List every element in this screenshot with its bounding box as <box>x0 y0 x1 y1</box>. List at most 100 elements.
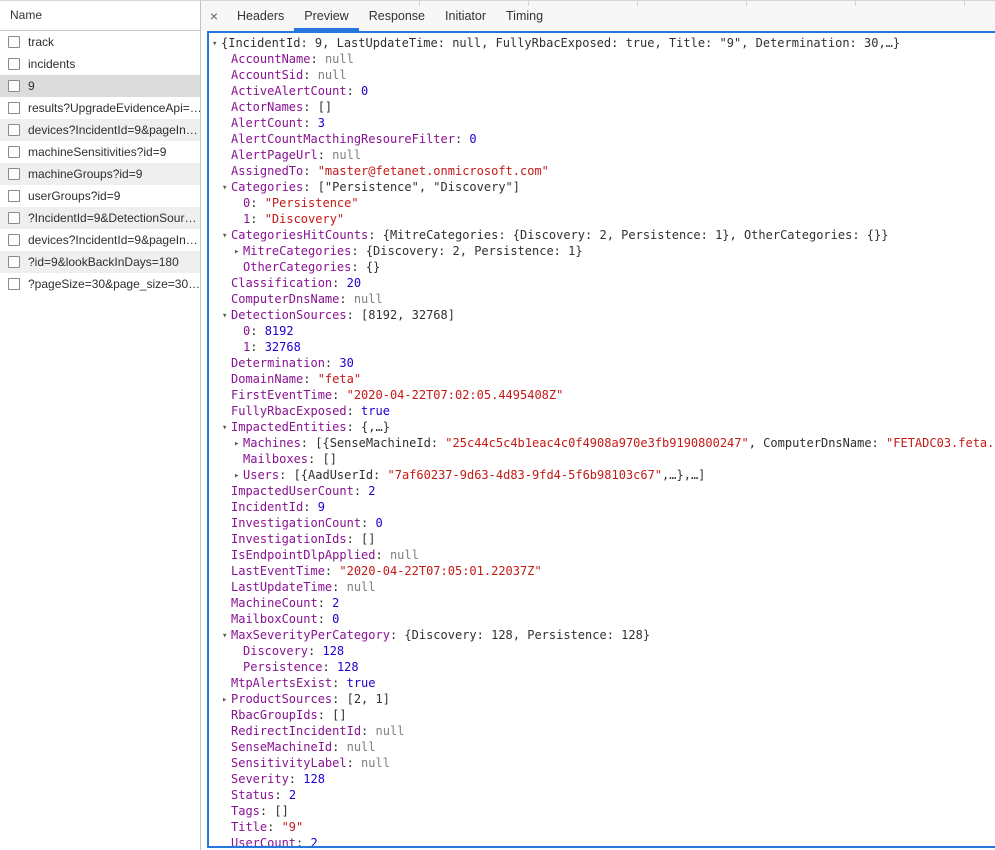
json-line: Classification: 20 <box>212 275 995 291</box>
json-line: Discovery: 128 <box>212 643 995 659</box>
json-line: MtpAlertsExist: true <box>212 675 995 691</box>
request-label: machineGroups?id=9 <box>28 167 142 181</box>
json-line: AssignedTo: "master@fetanet.onmicrosoft.… <box>212 163 995 179</box>
request-detail-panel: × Headers Preview Response Initiator Tim… <box>201 0 995 850</box>
request-label: devices?IncidentId=9&pageIn… <box>28 123 198 137</box>
json-line: Title: "9" <box>212 819 995 835</box>
json-line[interactable]: ▸ProductSources: [2, 1] <box>212 691 995 707</box>
json-line: LastUpdateTime: null <box>212 579 995 595</box>
expander-expanded-icon[interactable]: ▾ <box>212 36 221 52</box>
json-line[interactable]: ▾{IncidentId: 9, LastUpdateTime: null, F… <box>212 35 995 51</box>
json-line: ActiveAlertCount: 0 <box>212 83 995 99</box>
json-line: 0: "Persistence" <box>212 195 995 211</box>
network-request-sidebar: Name track incidents 9 results?UpgradeEv… <box>0 0 201 850</box>
request-checkbox-icon[interactable] <box>8 124 20 136</box>
json-line[interactable]: ▾ImpactedEntities: {,…} <box>212 419 995 435</box>
request-checkbox-icon[interactable] <box>8 256 20 268</box>
request-label: 9 <box>28 79 35 93</box>
json-line[interactable]: ▸Users: [{AadUserId: "7af60237-9d63-4d83… <box>212 467 995 483</box>
request-row[interactable]: ?IncidentId=9&DetectionSour… <box>0 207 200 229</box>
request-checkbox-icon[interactable] <box>8 234 20 246</box>
request-label: devices?IncidentId=9&pageIn… <box>28 233 198 247</box>
json-line: ComputerDnsName: null <box>212 291 995 307</box>
request-row[interactable]: devices?IncidentId=9&pageIn… <box>0 119 200 141</box>
json-line[interactable]: ▾MaxSeverityPerCategory: {Discovery: 128… <box>212 627 995 643</box>
request-checkbox-icon[interactable] <box>8 58 20 70</box>
json-line[interactable]: ▾DetectionSources: [8192, 32768] <box>212 307 995 323</box>
json-line: Tags: [] <box>212 803 995 819</box>
json-line: 1: 32768 <box>212 339 995 355</box>
request-label: incidents <box>28 57 75 71</box>
expander-collapsed-icon[interactable]: ▸ <box>234 468 243 484</box>
request-row[interactable]: 9 <box>0 75 200 97</box>
request-label: userGroups?id=9 <box>28 189 120 203</box>
json-line: Persistence: 128 <box>212 659 995 675</box>
json-line: DomainName: "feta" <box>212 371 995 387</box>
expander-collapsed-icon[interactable]: ▸ <box>234 436 243 452</box>
close-icon[interactable]: × <box>201 1 227 31</box>
json-line: AlertCountMacthingResoureFilter: 0 <box>212 131 995 147</box>
json-line: SenseMachineId: null <box>212 739 995 755</box>
preview-pane[interactable]: ▾{IncidentId: 9, LastUpdateTime: null, F… <box>207 31 995 848</box>
json-line: RbacGroupIds: [] <box>212 707 995 723</box>
json-line: IsEndpointDlpApplied: null <box>212 547 995 563</box>
json-line: MailboxCount: 0 <box>212 611 995 627</box>
json-line: 1: "Discovery" <box>212 211 995 227</box>
request-row[interactable]: track <box>0 31 200 53</box>
request-row[interactable]: machineSensitivities?id=9 <box>0 141 200 163</box>
json-tree: ▾{IncidentId: 9, LastUpdateTime: null, F… <box>209 33 995 848</box>
expander-expanded-icon[interactable]: ▾ <box>222 228 231 244</box>
request-row[interactable]: machineGroups?id=9 <box>0 163 200 185</box>
tab-initiator[interactable]: Initiator <box>435 1 496 31</box>
json-line: MachineCount: 2 <box>212 595 995 611</box>
json-line[interactable]: ▾Categories: ["Persistence", "Discovery"… <box>212 179 995 195</box>
request-row[interactable]: results?UpgradeEvidenceApi=… <box>0 97 200 119</box>
json-line: FirstEventTime: "2020-04-22T07:02:05.449… <box>212 387 995 403</box>
request-label: ?IncidentId=9&DetectionSour… <box>28 211 196 225</box>
json-line: AccountSid: null <box>212 67 995 83</box>
json-line[interactable]: ▸Machines: [{SenseMachineId: "25c44c5c4b… <box>212 435 995 451</box>
request-label: machineSensitivities?id=9 <box>28 145 166 159</box>
request-checkbox-icon[interactable] <box>8 80 20 92</box>
expander-expanded-icon[interactable]: ▾ <box>222 308 231 324</box>
request-checkbox-icon[interactable] <box>8 190 20 202</box>
tab-headers[interactable]: Headers <box>227 1 294 31</box>
tab-preview[interactable]: Preview <box>294 1 358 31</box>
request-label: track <box>28 35 54 49</box>
json-line: LastEventTime: "2020-04-22T07:05:01.2203… <box>212 563 995 579</box>
expander-collapsed-icon[interactable]: ▸ <box>234 244 243 260</box>
request-row[interactable]: ?id=9&lookBackInDays=180 <box>0 251 200 273</box>
json-line: AccountName: null <box>212 51 995 67</box>
request-label: ?id=9&lookBackInDays=180 <box>28 255 179 269</box>
json-line: InvestigationIds: [] <box>212 531 995 547</box>
request-row[interactable]: userGroups?id=9 <box>0 185 200 207</box>
json-line[interactable]: ▾CategoriesHitCounts: {MitreCategories: … <box>212 227 995 243</box>
json-line[interactable]: ▸MitreCategories: {Discovery: 2, Persist… <box>212 243 995 259</box>
request-checkbox-icon[interactable] <box>8 146 20 158</box>
tab-timing[interactable]: Timing <box>496 1 553 31</box>
preview-tabbar: × Headers Preview Response Initiator Tim… <box>201 0 995 31</box>
json-line: Severity: 128 <box>212 771 995 787</box>
tabs-container: Headers Preview Response Initiator Timin… <box>227 1 553 31</box>
request-checkbox-icon[interactable] <box>8 212 20 224</box>
request-checkbox-icon[interactable] <box>8 36 20 48</box>
expander-expanded-icon[interactable]: ▾ <box>222 420 231 436</box>
json-line: UserCount: 2 <box>212 835 995 848</box>
request-row[interactable]: ?pageSize=30&page_size=30… <box>0 273 200 295</box>
json-line: Mailboxes: [] <box>212 451 995 467</box>
expander-expanded-icon[interactable]: ▾ <box>222 628 231 644</box>
tab-response[interactable]: Response <box>359 1 435 31</box>
expander-collapsed-icon[interactable]: ▸ <box>222 692 231 708</box>
request-checkbox-icon[interactable] <box>8 102 20 114</box>
json-line: ActorNames: [] <box>212 99 995 115</box>
request-checkbox-icon[interactable] <box>8 278 20 290</box>
request-row[interactable]: devices?IncidentId=9&pageIn… <box>0 229 200 251</box>
json-line: Status: 2 <box>212 787 995 803</box>
request-row[interactable]: incidents <box>0 53 200 75</box>
request-checkbox-icon[interactable] <box>8 168 20 180</box>
expander-expanded-icon[interactable]: ▾ <box>222 180 231 196</box>
json-line: IncidentId: 9 <box>212 499 995 515</box>
column-header-name[interactable]: Name <box>0 1 200 31</box>
json-line: ImpactedUserCount: 2 <box>212 483 995 499</box>
json-line: Determination: 30 <box>212 355 995 371</box>
